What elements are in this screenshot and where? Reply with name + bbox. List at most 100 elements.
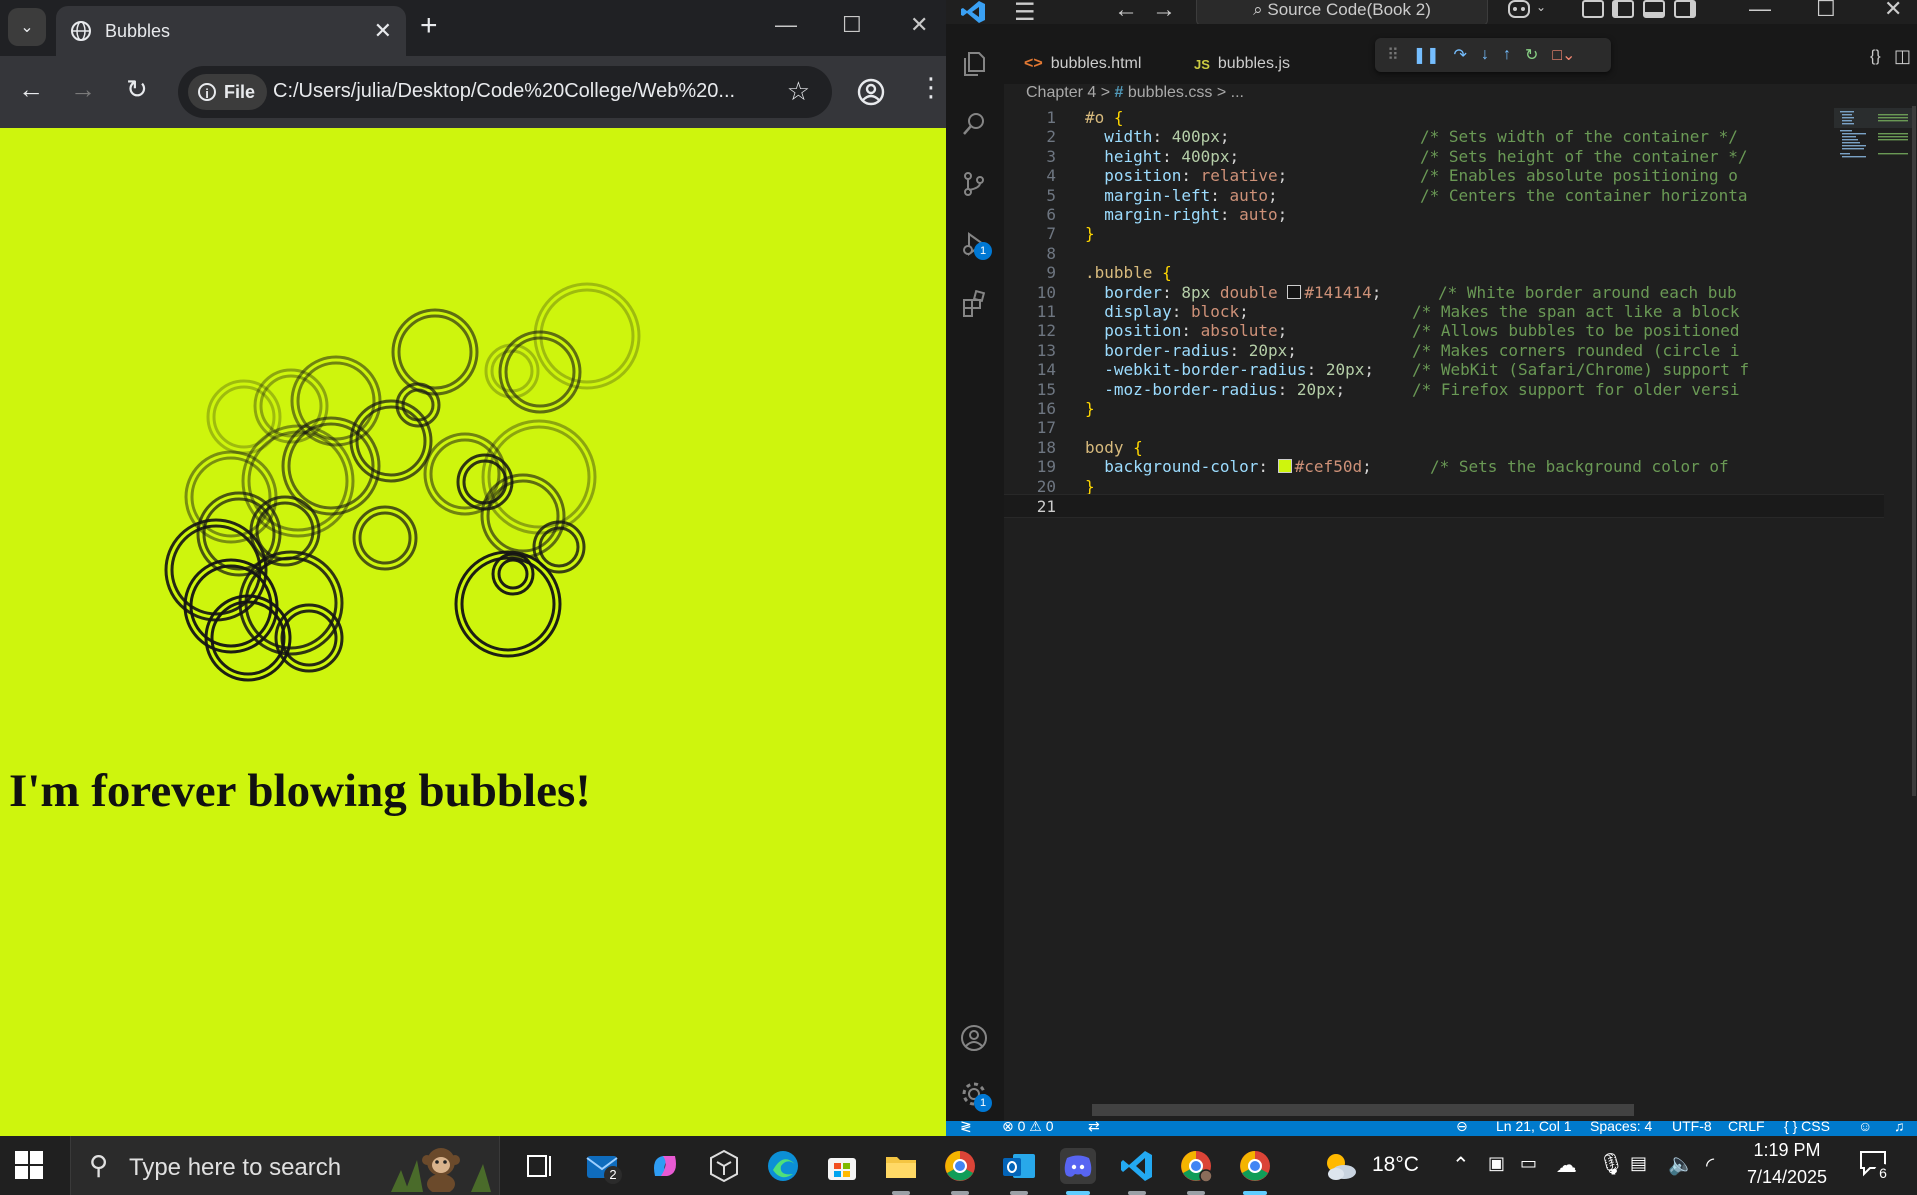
display-icon[interactable]: ▤ — [1630, 1153, 1647, 1174]
nav-forward-icon[interactable]: → — [1152, 0, 1176, 24]
live-share-icon[interactable]: ⇄ — [1088, 1121, 1100, 1135]
mail-app-button[interactable]: 2 — [584, 1148, 622, 1184]
chrome-icon[interactable] — [942, 1148, 978, 1184]
code-braces-icon[interactable]: {} — [1870, 48, 1881, 66]
new-tab-button[interactable]: + — [420, 10, 438, 42]
breadcrumb-file[interactable]: bubbles.css — [1128, 84, 1213, 101]
cursor-position[interactable]: Ln 21, Col 1 — [1496, 1121, 1572, 1134]
minimize-button[interactable]: — — [1749, 0, 1771, 22]
profile-icon[interactable] — [857, 78, 885, 106]
chevron-up-icon[interactable]: ⌃ — [1452, 1153, 1470, 1178]
breadcrumb-symbol[interactable]: > ... — [1217, 84, 1244, 101]
hamburger-menu-icon[interactable]: ☰ — [1014, 0, 1036, 27]
maximize-button[interactable]: ☐ — [1816, 0, 1836, 22]
vertical-scrollbar[interactable] — [1912, 106, 1916, 796]
stop-icon[interactable]: □⌄ — [1552, 45, 1575, 65]
notifications-icon[interactable]: ♫ — [1894, 1121, 1905, 1134]
taskbar-search-box[interactable]: ⚲ Type here to search — [70, 1136, 500, 1195]
command-center[interactable]: ⌕ Source Code(Book 2) — [1196, 0, 1488, 26]
drag-handle-icon[interactable]: ⠿ — [1387, 45, 1399, 65]
info-icon: i — [198, 83, 216, 101]
close-tab-icon[interactable]: ✕ — [374, 18, 392, 44]
language-mode[interactable]: { } CSS — [1784, 1121, 1830, 1134]
step-out-icon[interactable]: ↑ — [1503, 46, 1511, 64]
battery-icon[interactable]: ▭ — [1520, 1153, 1537, 1174]
bookmark-star-icon[interactable]: ☆ — [787, 76, 810, 107]
nav-back-icon[interactable]: ← — [1114, 0, 1138, 24]
microphone-icon[interactable]: 🎙 — [1598, 1153, 1625, 1177]
indentation[interactable]: Spaces: 4 — [1590, 1121, 1652, 1134]
step-over-icon[interactable]: ↷ — [1454, 45, 1467, 65]
code-editor[interactable]: 1 #o {2 width: 400px;/* Sets width of the… — [1004, 106, 1884, 1106]
line-endings[interactable]: CRLF — [1728, 1121, 1765, 1134]
toggle-primary-sidebar-icon[interactable] — [1612, 0, 1634, 18]
maximize-button[interactable]: ☐ — [842, 12, 862, 38]
close-window-button[interactable]: ✕ — [1884, 0, 1902, 22]
encoding[interactable]: UTF-8 — [1672, 1121, 1712, 1134]
copilot-icon[interactable] — [647, 1148, 683, 1184]
step-into-icon[interactable]: ↓ — [1481, 46, 1489, 64]
dev-tool-icon[interactable] — [706, 1148, 742, 1184]
back-button[interactable]: ← — [18, 76, 44, 102]
run-debug-badge: 1 — [974, 242, 992, 260]
chrome-profile-icon[interactable] — [1178, 1148, 1214, 1184]
minimap[interactable] — [1834, 108, 1914, 178]
weather-icon[interactable] — [1322, 1150, 1358, 1182]
wifi-icon[interactable]: ◜ — [1706, 1153, 1714, 1178]
chrome-menu-icon[interactable]: ⋮ — [918, 74, 944, 100]
onedrive-icon[interactable]: ☁ — [1556, 1153, 1577, 1178]
tab-bubbles-js[interactable]: JS bubbles.js — [1174, 44, 1310, 84]
clock-time[interactable]: 1:19 PM — [1750, 1140, 1824, 1161]
vscode-taskbar-icon[interactable] — [1119, 1148, 1155, 1184]
search-icon[interactable] — [960, 110, 988, 138]
site-info-chip[interactable]: i File — [188, 74, 268, 110]
accounts-icon[interactable] — [960, 1024, 988, 1052]
speaker-icon[interactable]: 🔈 — [1668, 1153, 1694, 1177]
breadcrumb-folder[interactable]: Chapter 4 — [1026, 84, 1096, 101]
tab-bubbles-html[interactable]: <> bubbles.html — [1004, 44, 1161, 84]
toggle-panel-icon[interactable] — [1643, 0, 1665, 18]
restart-icon[interactable]: ↻ — [1525, 45, 1538, 65]
meet-now-icon[interactable]: ▣ — [1488, 1153, 1505, 1174]
notification-center-button[interactable]: 6 — [1858, 1148, 1892, 1182]
discord-icon[interactable] — [1060, 1148, 1096, 1184]
pause-icon[interactable]: ❚❚ — [1413, 45, 1440, 65]
outlook-icon[interactable] — [1001, 1148, 1037, 1184]
minimize-button[interactable]: — — [775, 12, 797, 38]
bell-icon[interactable]: ⊖ — [1456, 1121, 1468, 1135]
file-explorer-icon[interactable] — [883, 1148, 919, 1184]
copilot-icon[interactable] — [1506, 0, 1532, 20]
remote-icon[interactable]: ≷ — [960, 1121, 972, 1135]
source-control-icon[interactable] — [960, 170, 988, 198]
chrome-tab-strip: ⌄ Bubbles ✕ + — ☐ ✕ — [0, 0, 946, 56]
microsoft-store-icon[interactable] — [824, 1148, 860, 1184]
windows-start-icon[interactable] — [14, 1150, 44, 1180]
manage-settings-button[interactable]: 1 — [960, 1080, 992, 1112]
bubble — [274, 603, 344, 673]
url-text[interactable]: C:/Users/julia/Desktop/Code%20College/We… — [273, 80, 735, 103]
customize-layout-icon[interactable] — [1582, 0, 1604, 18]
run-debug-button[interactable]: 1 — [960, 230, 992, 260]
clock-date[interactable]: 7/14/2025 — [1742, 1167, 1832, 1188]
chevron-down-icon[interactable]: ⌄ — [1536, 0, 1546, 14]
chrome-icon[interactable] — [1237, 1148, 1273, 1184]
horizontal-scrollbar[interactable] — [1092, 1104, 1634, 1116]
close-window-button[interactable]: ✕ — [910, 12, 928, 38]
search-icon: ⌕ — [1253, 0, 1268, 19]
extensions-icon[interactable] — [960, 290, 988, 318]
task-view-icon[interactable] — [522, 1148, 558, 1184]
copilot-status-icon[interactable]: ☺ — [1858, 1121, 1872, 1134]
reload-button[interactable]: ↻ — [126, 76, 148, 102]
breadcrumb: Chapter 4 > # bubbles.css > ... — [1026, 84, 1244, 102]
split-editor-icon[interactable]: ◫ — [1894, 46, 1911, 67]
toggle-secondary-sidebar-icon[interactable] — [1674, 0, 1696, 18]
weather-temperature[interactable]: 18°C — [1372, 1153, 1419, 1177]
tab-search-button[interactable]: ⌄ — [8, 8, 46, 46]
address-bar[interactable]: i File C:/Users/julia/Desktop/Code%20Col… — [178, 66, 832, 118]
forward-button[interactable]: → — [70, 76, 96, 102]
problems-indicator[interactable]: ⊗ 0 ⚠ 0 — [1002, 1121, 1054, 1135]
browser-tab[interactable]: Bubbles ✕ — [56, 6, 406, 56]
explorer-icon[interactable] — [960, 50, 988, 78]
edge-icon[interactable] — [765, 1148, 801, 1184]
code-line[interactable]: 21 — [1004, 494, 1884, 518]
